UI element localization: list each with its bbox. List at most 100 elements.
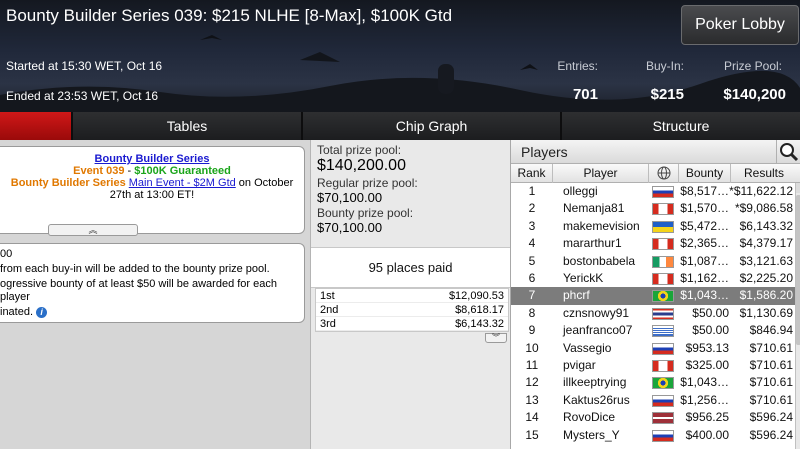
expand-payouts-button[interactable]: ︾: [485, 333, 507, 343]
player-row[interactable]: 15 Mysters_Y $400.00 $596.24: [511, 427, 797, 444]
promo-series-link[interactable]: Bounty Builder Series: [0, 153, 304, 165]
payout-row: 2nd $8,618.17: [316, 303, 508, 317]
payout-amount: $8,618.17: [455, 304, 504, 316]
player-row[interactable]: 2 Nemanja81 $1,570… *$9,086.58: [511, 200, 797, 217]
payout-row: 1st $12,090.53: [316, 289, 508, 303]
player-rank: 5: [528, 253, 536, 268]
info-panel: Bounty Builder Series Event 039 - $100K …: [0, 140, 310, 449]
payout-amount: $6,143.32: [455, 318, 504, 330]
player-result: $710.61: [749, 375, 793, 390]
promo-guarantee: $100K Guaranteed: [134, 165, 231, 177]
country-flag-icon: [652, 394, 674, 407]
player-bounty: $1,087…: [680, 253, 729, 268]
promo-event-line: Event 039 - $100K Guaranteed: [0, 165, 304, 177]
payout-place: 1st: [320, 290, 335, 302]
player-bounty: $956.25: [685, 410, 729, 425]
country-flag-icon: [652, 342, 674, 355]
main-event-link[interactable]: Main Event - $2M Gtd: [129, 177, 236, 189]
bounty-pool-value: $70,100.00: [317, 220, 383, 235]
prize-pool-value: $140,200: [723, 86, 786, 103]
regular-pool-value: $70,100.00: [317, 190, 383, 205]
results-column-header[interactable]: Results: [731, 164, 797, 183]
player-result: $596.24: [749, 427, 793, 442]
prize-pools: Total prize pool: $140,200.00 Regular pr…: [311, 140, 510, 236]
player-result: $1,130.69: [739, 305, 793, 320]
scroll-up-arrow[interactable]: [796, 183, 800, 193]
tab-bar: Tables Chip Graph Structure: [0, 112, 800, 140]
poker-lobby-button[interactable]: Poker Lobby: [681, 5, 799, 45]
player-name: makemevision: [563, 218, 640, 233]
tournament-title: Bounty Builder Series 039: $215 NLHE [8-…: [6, 6, 453, 25]
player-rank: 9: [528, 323, 536, 338]
player-result: $710.61: [749, 358, 793, 372]
payout-place: 3rd: [320, 318, 336, 330]
player-name: Vassegio: [563, 340, 612, 355]
tab-tables[interactable]: Tables: [73, 112, 303, 140]
player-row[interactable]: 9 jeanfranco07 $50.00 $846.94: [511, 322, 797, 339]
player-result: $1,586.20: [739, 288, 793, 303]
bounty-info-line-4-text: inated.: [0, 306, 34, 318]
player-name: olleggi: [563, 184, 598, 198]
player-bounty: $1,162…: [680, 271, 729, 285]
country-flag-icon: [652, 203, 674, 216]
country-flag-icon: [652, 325, 674, 338]
player-row[interactable]: 10 Vassegio $953.13 $710.61: [511, 340, 797, 357]
player-row[interactable]: 1 olleggi $8,517… *$11,622.12: [511, 183, 797, 200]
player-row[interactable]: 12 illkeeptrying $1,043… $710.61: [511, 374, 797, 391]
entries-label: Entries:: [557, 59, 598, 73]
promo-dash: -: [124, 165, 135, 177]
player-result: $846.94: [749, 323, 793, 338]
player-column-header[interactable]: Player: [553, 164, 649, 183]
search-button[interactable]: [776, 140, 800, 164]
player-rank: 1: [528, 184, 536, 198]
tab-info[interactable]: [0, 112, 73, 140]
total-pool-label: Total prize pool:: [317, 143, 402, 157]
promo-main-event-line: Bounty Builder Series Main Event - $2M G…: [0, 177, 304, 201]
prize-panel: Total prize pool: $140,200.00 Regular pr…: [310, 140, 510, 449]
tab-chip-graph[interactable]: Chip Graph: [303, 112, 562, 140]
player-row[interactable]: 13 Kaktus26rus $1,256… $710.61: [511, 392, 797, 409]
player-name: pvigar: [563, 358, 596, 372]
player-bounty: $325.00: [685, 358, 729, 372]
country-flag-icon: [652, 273, 674, 285]
player-row[interactable]: 11 pvigar $325.00 $710.61: [511, 357, 797, 374]
promo-box: Bounty Builder Series Event 039 - $100K …: [0, 146, 305, 234]
collapse-promo-button[interactable]: ︽: [48, 224, 138, 236]
tab-structure[interactable]: Structure: [562, 112, 800, 140]
search-icon: [780, 143, 799, 162]
bounty-column-header[interactable]: Bounty: [679, 164, 731, 183]
player-rank: 13: [525, 392, 539, 407]
scroll-thumb[interactable]: [796, 195, 800, 345]
player-name: Kaktus26rus: [563, 392, 630, 407]
players-title: Players: [521, 144, 568, 160]
player-name: bostonbabela: [563, 253, 636, 268]
country-column-header[interactable]: [649, 164, 679, 183]
player-result: $710.61: [749, 392, 793, 407]
player-row[interactable]: 8 cznsnowy91 $50.00 $1,130.69: [511, 305, 797, 322]
player-bounty: $50.00: [692, 323, 729, 338]
player-name: illkeeptrying: [563, 375, 627, 390]
bounty-info-line-2: from each buy-in will be added to the bo…: [0, 263, 270, 275]
country-flag-icon: [652, 255, 674, 268]
regular-pool-label: Regular prize pool:: [317, 176, 418, 190]
player-bounty: $50.00: [692, 305, 729, 320]
player-rank: 14: [525, 410, 539, 425]
player-name: Nemanja81: [563, 201, 625, 216]
player-row[interactable]: 14 RovoDice $956.25 $596.24: [511, 409, 797, 426]
player-result: $596.24: [749, 410, 793, 425]
player-row[interactable]: 3 makemevision $5,472… $6,143.32: [511, 218, 797, 235]
prize-pool-label: Prize Pool:: [723, 59, 782, 73]
country-flag-icon: [652, 238, 674, 251]
player-row[interactable]: 4 mararthur1 $2,365… $4,379.17: [511, 235, 797, 252]
player-bounty: $5,472…: [680, 218, 729, 233]
player-row[interactable]: 5 bostonbabela $1,087… $3,121.63: [511, 253, 797, 270]
info-icon[interactable]: i: [36, 307, 48, 318]
player-result: *$11,622.12: [729, 184, 793, 198]
player-row[interactable]: 7 phcrf $1,043… $1,586.20: [511, 287, 797, 305]
player-row[interactable]: 6 YerickK $1,162… $2,225.20: [511, 270, 797, 287]
players-scrollbar[interactable]: [795, 183, 800, 449]
player-name: Mysters_Y: [563, 427, 620, 442]
globe-icon: [657, 166, 670, 180]
tournament-header: Bounty Builder Series 039: $215 NLHE [8-…: [0, 0, 800, 112]
rank-column-header[interactable]: Rank: [511, 164, 553, 183]
